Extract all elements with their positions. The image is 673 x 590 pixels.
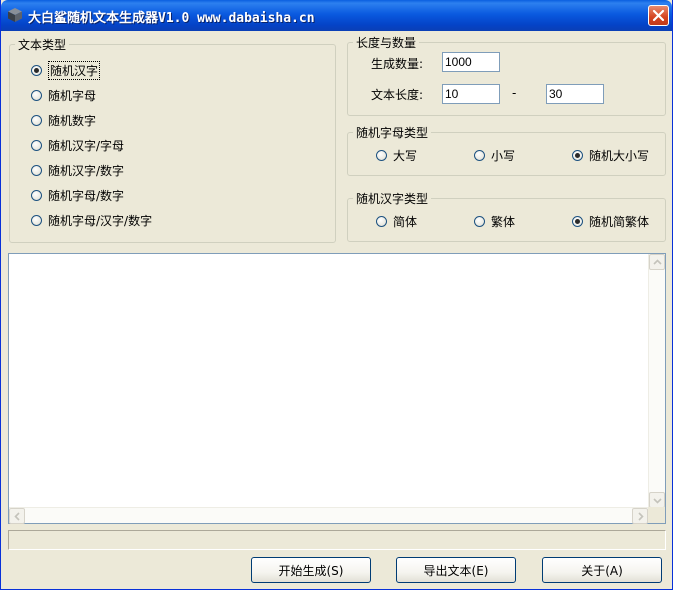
text-type-option-label: 随机汉字/字母 (48, 138, 125, 153)
horizontal-scrollbar[interactable] (9, 507, 648, 524)
letter-case-legend: 随机字母类型 (356, 126, 429, 140)
window-title: 大白鲨随机文本生成器V1.0 www.dabaisha.cn (28, 11, 315, 26)
text-type-option[interactable]: 随机汉字/数字 (31, 162, 124, 178)
letter-case-option[interactable]: 小写 (474, 147, 515, 163)
scroll-left-button[interactable] (9, 508, 25, 524)
chevron-right-icon (638, 512, 644, 521)
text-type-option[interactable]: 随机字母 (31, 87, 96, 103)
text-type-legend: 文本类型 (18, 38, 67, 52)
radio-button[interactable] (31, 189, 42, 201)
text-type-option-label: 随机字母/汉字/数字 (48, 213, 153, 228)
text-type-option-label: 随机数字 (48, 113, 97, 128)
length-min-input[interactable] (442, 84, 500, 104)
radio-button[interactable] (31, 139, 42, 151)
output-textarea[interactable] (8, 253, 666, 524)
chevron-left-icon (14, 512, 20, 521)
letter-case-option-label: 小写 (491, 148, 516, 163)
radio-button[interactable] (474, 215, 485, 227)
hanzi-type-legend: 随机汉字类型 (356, 192, 429, 206)
cube-icon (8, 8, 22, 22)
hanzi-type-option-label: 简体 (393, 214, 418, 229)
count-label: 生成数量: (371, 57, 424, 71)
length-count-legend: 长度与数量 (356, 36, 417, 50)
scroll-right-button[interactable] (632, 508, 648, 524)
letter-case-option[interactable]: 随机大小写 (572, 147, 649, 163)
close-icon (652, 9, 665, 22)
close-button[interactable] (648, 5, 669, 26)
hanzi-type-option[interactable]: 繁体 (474, 213, 515, 229)
hanzi-type-option-label: 随机简繁体 (589, 214, 650, 229)
letter-case-option[interactable]: 大写 (376, 147, 417, 163)
text-type-option-label: 随机字母 (48, 88, 97, 103)
length-separator: - (512, 86, 517, 100)
radio-button[interactable] (376, 215, 387, 227)
length-label: 文本长度: (371, 88, 424, 102)
chevron-down-icon (653, 498, 662, 504)
count-input[interactable] (442, 52, 500, 72)
radio-button[interactable] (31, 164, 42, 176)
text-type-option[interactable]: 随机字母/汉字/数字 (31, 212, 152, 228)
text-type-option-label: 随机汉字 (48, 60, 101, 80)
radio-button[interactable] (31, 64, 42, 76)
radio-button[interactable] (376, 149, 387, 161)
radio-button[interactable] (474, 149, 485, 161)
text-type-option[interactable]: 随机汉字/字母 (31, 137, 124, 153)
scroll-up-button[interactable] (649, 254, 665, 270)
letter-case-option-label: 随机大小写 (589, 148, 650, 163)
export-text-button[interactable]: 导出文本(E) (396, 557, 516, 583)
radio-button[interactable] (31, 214, 42, 226)
radio-button[interactable] (572, 149, 583, 161)
radio-button[interactable] (31, 114, 42, 126)
text-type-option[interactable]: 随机字母/数字 (31, 187, 124, 203)
text-type-option[interactable]: 随机汉字 (31, 60, 101, 80)
vertical-scrollbar[interactable] (648, 254, 665, 508)
radio-button[interactable] (31, 89, 42, 101)
length-count-group: 长度与数量 (347, 34, 666, 116)
radio-button[interactable] (572, 215, 583, 227)
length-max-input[interactable] (546, 84, 604, 104)
about-button[interactable]: 关于(A) (542, 557, 662, 583)
hanzi-type-option[interactable]: 随机简繁体 (572, 213, 649, 229)
text-type-option[interactable]: 随机数字 (31, 112, 96, 128)
text-type-option-label: 随机汉字/数字 (48, 163, 125, 178)
main-window: 大白鲨随机文本生成器V1.0 www.dabaisha.cn 文本类型 随机汉字… (0, 0, 673, 590)
hanzi-type-option[interactable]: 简体 (376, 213, 417, 229)
chevron-up-icon (653, 259, 662, 265)
letter-case-option-label: 大写 (393, 148, 418, 163)
title-bar[interactable]: 大白鲨随机文本生成器V1.0 www.dabaisha.cn (1, 0, 672, 31)
start-generate-button[interactable]: 开始生成(S) (251, 557, 371, 583)
scroll-down-button[interactable] (649, 492, 665, 508)
status-bar (8, 530, 666, 550)
text-type-option-label: 随机字母/数字 (48, 188, 125, 203)
hanzi-type-option-label: 繁体 (491, 214, 516, 229)
scrollbar-corner (648, 507, 665, 523)
